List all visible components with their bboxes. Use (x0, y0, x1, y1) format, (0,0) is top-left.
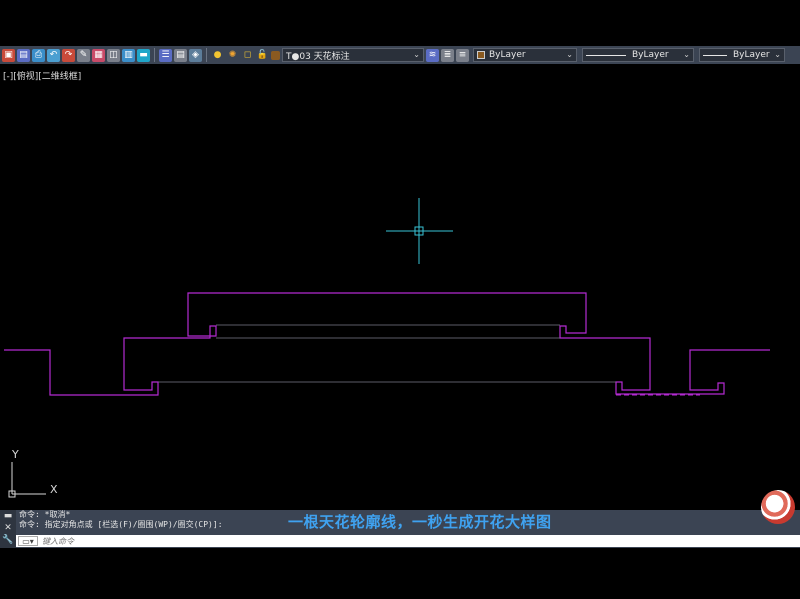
save-icon[interactable]: ▤ (17, 48, 30, 62)
layer-color-icon (271, 50, 280, 60)
layer-dropdown[interactable]: T●03 天花标注 ⌄ (282, 48, 424, 62)
layer-match-icon[interactable]: ≣ (441, 48, 454, 62)
freeze-icon[interactable]: ◻ (241, 49, 254, 62)
lineweight-value: ByLayer (733, 50, 770, 60)
print-icon[interactable]: ⎙ (32, 48, 45, 62)
chevron-down-icon: ⌄ (774, 50, 781, 59)
block-icon[interactable]: ◫ (107, 48, 120, 62)
match-prop-icon[interactable]: ✎ (77, 48, 90, 62)
toolbar-separator (206, 48, 207, 62)
chevron-down-icon: ⌄ (413, 50, 420, 59)
sheet-icon[interactable]: ▬ (137, 48, 150, 62)
layer-unisolate-icon[interactable]: ≡ (456, 48, 469, 62)
crosshair-cursor (386, 198, 453, 264)
command-input-bar[interactable]: ▭▾ (16, 535, 800, 547)
undo-icon[interactable]: ↶ (47, 48, 60, 62)
linetype-dropdown[interactable]: ByLayer ⌄ (582, 48, 694, 62)
video-caption: 一根天花轮廓线，一秒生成开花大样图 (288, 513, 552, 531)
layer-icon[interactable]: ▦ (92, 48, 105, 62)
layer-name: T●03 天花标注 (286, 51, 350, 62)
command-history-line: 命令: *取消* (19, 510, 71, 519)
ucs-icon (8, 462, 46, 498)
chevron-down-icon: ⌄ (683, 50, 690, 59)
redo-icon[interactable]: ↷ (62, 48, 75, 62)
bulb-icon[interactable]: ● (211, 49, 224, 62)
sun-icon[interactable]: ✺ (226, 49, 239, 62)
linetype-value: ByLayer (632, 50, 669, 60)
layer-prev-icon[interactable]: ▤ (174, 48, 187, 62)
lineweight-sample (703, 54, 727, 56)
color-swatch (477, 51, 485, 59)
command-history: 命令: *取消* 命令: 指定对角点或 [栏选(F)/圈围(WP)/圈交(CP)… (19, 510, 223, 530)
toolbar: ▣ ▤ ⎙ ↶ ↷ ✎ ▦ ◫ ▥ ▬ ☰ ▤ ◈ ● ✺ ◻ 🔓 T●03 天… (0, 46, 800, 64)
ceiling-profile (4, 292, 770, 396)
toolbar-separator (154, 48, 155, 62)
lineweight-dropdown[interactable]: ByLayer ⌄ (699, 48, 785, 62)
grip-icon[interactable]: ▬ (0, 510, 16, 522)
inner-lines (158, 324, 616, 383)
linetype-sample (586, 54, 626, 56)
layer-iso-icon[interactable]: ≋ (426, 48, 439, 62)
drawing-canvas[interactable]: Y X (0, 64, 800, 510)
command-prompt-icon[interactable]: ▭▾ (18, 536, 38, 546)
close-icon[interactable]: ✕ (0, 522, 16, 534)
wrench-icon[interactable]: 🔧 (0, 534, 16, 546)
command-input[interactable] (42, 536, 242, 546)
command-side-bar: ▬ ✕ 🔧 (0, 510, 16, 548)
chevron-down-icon: ⌄ (566, 50, 573, 59)
command-history-line: 命令: 指定对角点或 [栏选(F)/圈围(WP)/圈交(CP)]: (19, 520, 223, 529)
brand-logo (761, 490, 795, 524)
ucs-x-label: X (50, 483, 58, 496)
properties-icon[interactable]: ▥ (122, 48, 135, 62)
profile-left-outline (4, 292, 770, 396)
top-black-band (0, 0, 800, 46)
ucs-y-label: Y (11, 448, 19, 461)
color-value: ByLayer (489, 50, 526, 60)
bottom-black-band (0, 548, 800, 599)
open-icon[interactable]: ▣ (2, 48, 15, 62)
lock-icon[interactable]: 🔓 (256, 49, 269, 62)
color-dropdown[interactable]: ByLayer ⌄ (473, 48, 577, 62)
layer-states-icon[interactable]: ☰ (159, 48, 172, 62)
layer-walk-icon[interactable]: ◈ (189, 48, 202, 62)
